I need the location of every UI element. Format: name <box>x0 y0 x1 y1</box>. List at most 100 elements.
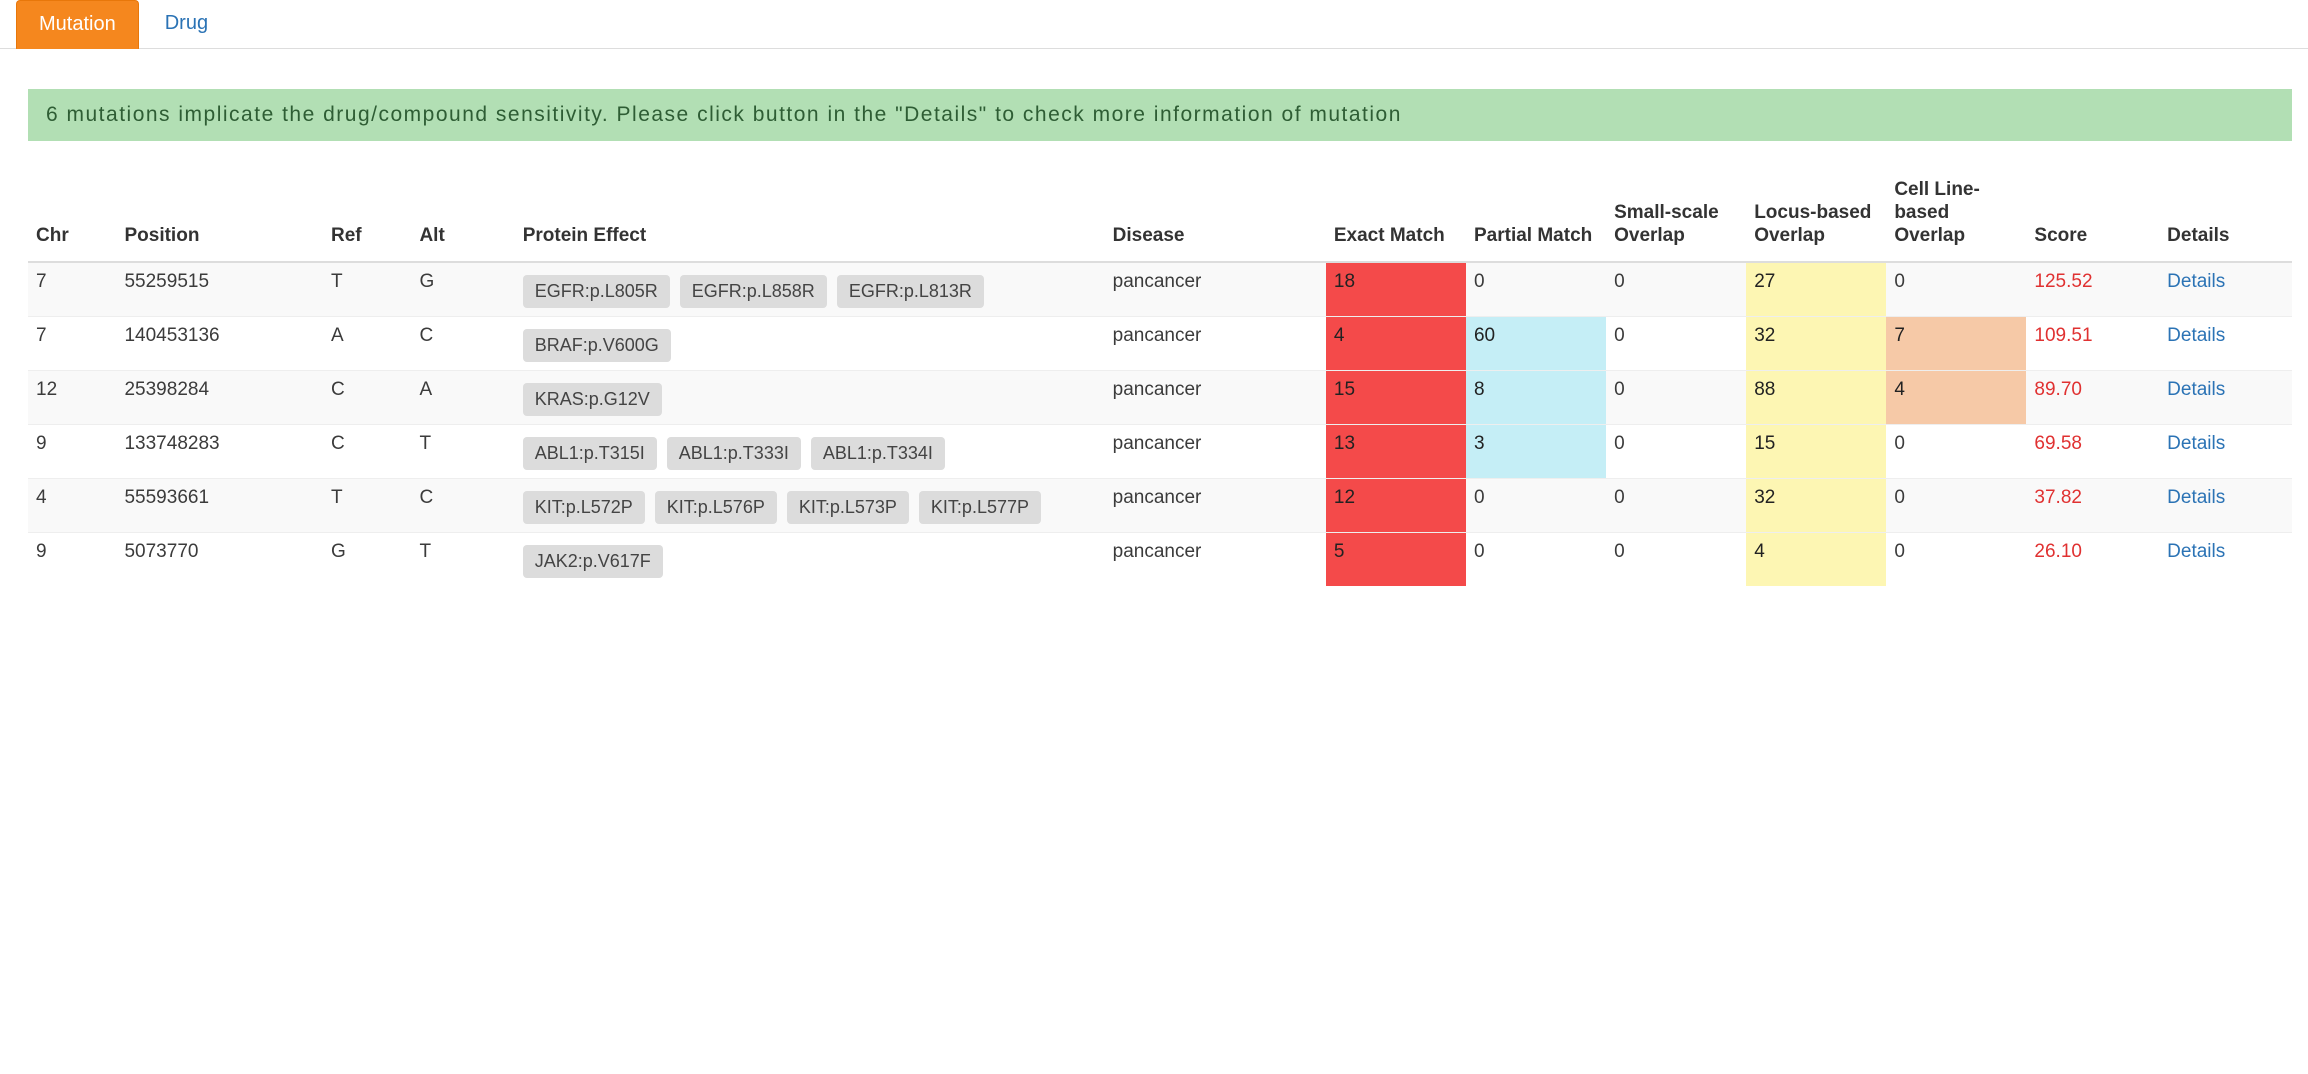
cell-alt: T <box>411 425 514 479</box>
cell-chr: 9 <box>28 425 116 479</box>
cell-chr: 12 <box>28 371 116 425</box>
info-banner: 6 mutations implicate the drug/compound … <box>28 89 2292 141</box>
col-cell[interactable]: Cell Line-based Overlap <box>1886 169 2026 262</box>
col-exact[interactable]: Exact Match <box>1326 169 1466 262</box>
cell-ref: T <box>323 262 411 317</box>
cell-details: Details <box>2159 371 2292 425</box>
table-row: 755259515TGEGFR:p.L805REGFR:p.L858REGFR:… <box>28 262 2292 317</box>
cell-disease: pancancer <box>1105 533 1326 587</box>
protein-effect-pill[interactable]: ABL1:p.T333I <box>667 437 801 470</box>
details-link[interactable]: Details <box>2167 487 2225 508</box>
protein-effect-pill[interactable]: EGFR:p.L858R <box>680 275 827 308</box>
score-value: 26.10 <box>2034 541 2082 562</box>
cell-small: 0 <box>1606 479 1746 533</box>
tab-drug[interactable]: Drug <box>143 0 230 48</box>
protein-effect-pill[interactable]: BRAF:p.V600G <box>523 329 671 362</box>
cell-ref: G <box>323 533 411 587</box>
protein-effect-pill[interactable]: KIT:p.L577P <box>919 491 1041 524</box>
cell-exact: 18 <box>1326 262 1466 317</box>
details-link[interactable]: Details <box>2167 271 2225 292</box>
cell-exact: 5 <box>1326 533 1466 587</box>
table-header-row: Chr Position Ref Alt Protein Effect Dise… <box>28 169 2292 262</box>
protein-effect-pill[interactable]: EGFR:p.L813R <box>837 275 984 308</box>
cell-small: 0 <box>1606 533 1746 587</box>
details-link[interactable]: Details <box>2167 541 2225 562</box>
cell-score: 109.51 <box>2026 317 2159 371</box>
cell-cell: 0 <box>1886 425 2026 479</box>
cell-disease: pancancer <box>1105 371 1326 425</box>
cell-position: 140453136 <box>116 317 322 371</box>
score-value: 69.58 <box>2034 433 2082 454</box>
cell-alt: T <box>411 533 514 587</box>
tab-mutation[interactable]: Mutation <box>16 0 139 49</box>
cell-protein: EGFR:p.L805R EGFR:p.L858R EGFR:p.L813R <box>515 262 1105 317</box>
protein-effect-pill[interactable]: KIT:p.L572P <box>523 491 645 524</box>
details-link[interactable]: Details <box>2167 433 2225 454</box>
cell-partial: 0 <box>1466 479 1606 533</box>
cell-protein: BRAF:p.V600G <box>515 317 1105 371</box>
col-small[interactable]: Small-scale Overlap <box>1606 169 1746 262</box>
col-position[interactable]: Position <box>116 169 322 262</box>
cell-position: 25398284 <box>116 371 322 425</box>
col-disease[interactable]: Disease <box>1105 169 1326 262</box>
cell-position: 55259515 <box>116 262 322 317</box>
protein-effect-pill[interactable]: JAK2:p.V617F <box>523 545 663 578</box>
cell-details: Details <box>2159 425 2292 479</box>
col-locus[interactable]: Locus-based Overlap <box>1746 169 1886 262</box>
col-alt[interactable]: Alt <box>411 169 514 262</box>
cell-locus: 88 <box>1746 371 1886 425</box>
cell-cell: 4 <box>1886 371 2026 425</box>
cell-position: 133748283 <box>116 425 322 479</box>
cell-ref: A <box>323 317 411 371</box>
cell-disease: pancancer <box>1105 317 1326 371</box>
cell-exact: 4 <box>1326 317 1466 371</box>
cell-locus: 27 <box>1746 262 1886 317</box>
col-score[interactable]: Score <box>2026 169 2159 262</box>
cell-partial: 60 <box>1466 317 1606 371</box>
cell-alt: G <box>411 262 514 317</box>
cell-protein: ABL1:p.T315I ABL1:p.T333I ABL1:p.T334I <box>515 425 1105 479</box>
protein-effect-pill[interactable]: KRAS:p.G12V <box>523 383 662 416</box>
cell-alt: C <box>411 479 514 533</box>
cell-locus: 32 <box>1746 317 1886 371</box>
cell-cell: 0 <box>1886 262 2026 317</box>
col-details[interactable]: Details <box>2159 169 2292 262</box>
protein-effect-pill[interactable]: KIT:p.L576P <box>655 491 777 524</box>
col-partial[interactable]: Partial Match <box>1466 169 1606 262</box>
cell-details: Details <box>2159 317 2292 371</box>
cell-disease: pancancer <box>1105 479 1326 533</box>
mutations-table: Chr Position Ref Alt Protein Effect Dise… <box>28 169 2292 586</box>
details-link[interactable]: Details <box>2167 325 2225 346</box>
table-row: 95073770GTJAK2:p.V617Fpancancer5004026.1… <box>28 533 2292 587</box>
cell-chr: 7 <box>28 317 116 371</box>
cell-alt: C <box>411 317 514 371</box>
cell-details: Details <box>2159 479 2292 533</box>
cell-ref: C <box>323 371 411 425</box>
table-row: 9133748283CTABL1:p.T315IABL1:p.T333IABL1… <box>28 425 2292 479</box>
cell-ref: C <box>323 425 411 479</box>
cell-cell: 0 <box>1886 533 2026 587</box>
col-ref[interactable]: Ref <box>323 169 411 262</box>
cell-chr: 4 <box>28 479 116 533</box>
cell-protein: KRAS:p.G12V <box>515 371 1105 425</box>
protein-effect-pill[interactable]: ABL1:p.T334I <box>811 437 945 470</box>
protein-effect-pill[interactable]: KIT:p.L573P <box>787 491 909 524</box>
details-link[interactable]: Details <box>2167 379 2225 400</box>
col-chr[interactable]: Chr <box>28 169 116 262</box>
table-row: 455593661TCKIT:p.L572PKIT:p.L576PKIT:p.L… <box>28 479 2292 533</box>
cell-details: Details <box>2159 533 2292 587</box>
cell-score: 26.10 <box>2026 533 2159 587</box>
protein-effect-pill[interactable]: ABL1:p.T315I <box>523 437 657 470</box>
col-protein[interactable]: Protein Effect <box>515 169 1105 262</box>
cell-cell: 0 <box>1886 479 2026 533</box>
protein-effect-pill[interactable]: EGFR:p.L805R <box>523 275 670 308</box>
score-value: 37.82 <box>2034 487 2082 508</box>
cell-partial: 0 <box>1466 533 1606 587</box>
cell-score: 37.82 <box>2026 479 2159 533</box>
cell-locus: 15 <box>1746 425 1886 479</box>
cell-position: 5073770 <box>116 533 322 587</box>
score-value: 89.70 <box>2034 379 2082 400</box>
cell-small: 0 <box>1606 425 1746 479</box>
cell-disease: pancancer <box>1105 425 1326 479</box>
score-value: 109.51 <box>2034 325 2092 346</box>
